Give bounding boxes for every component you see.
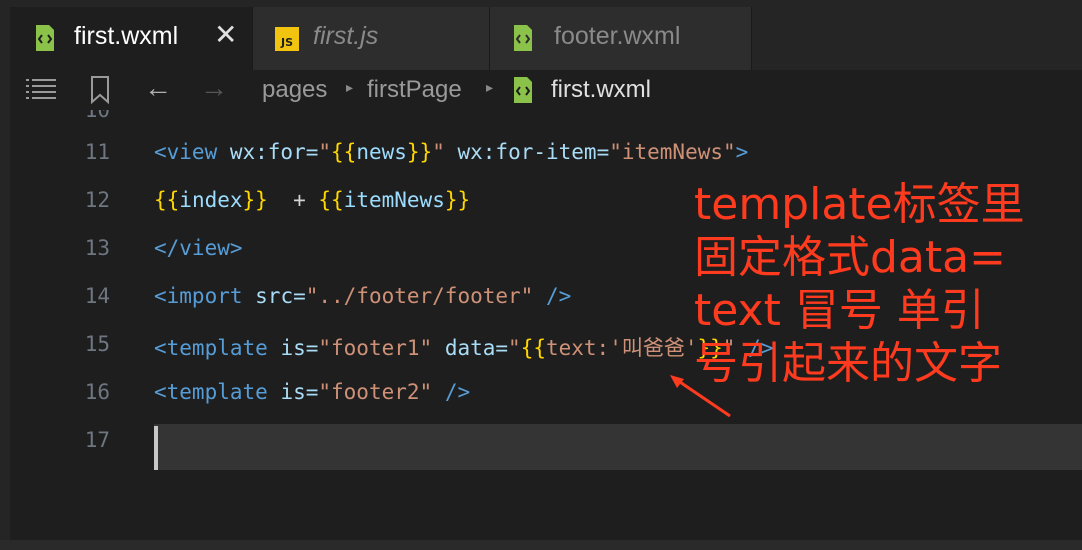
code-token: "footer2" xyxy=(318,380,433,404)
code-token: /> xyxy=(533,284,572,308)
code-token: " xyxy=(508,336,521,360)
code-token: > xyxy=(735,140,749,164)
tab-label: first.js xyxy=(313,22,379,50)
annotation-text: template标签里 固定格式data= text 冒号 单引 号引起来的文字 xyxy=(694,178,1074,390)
code-token: {{ xyxy=(318,188,344,212)
chevron-right-icon: ▸ xyxy=(346,79,354,95)
wxml-file-icon xyxy=(512,23,534,60)
annotation-line: 号引起来的文字 xyxy=(694,338,1002,389)
code-token: is= xyxy=(280,380,319,404)
wxml-file-icon xyxy=(34,23,56,60)
tab-bar: first.wxml ✕ JS first.js footer.wxml xyxy=(0,0,1082,70)
code-token: /> xyxy=(432,380,471,404)
code-token: }} xyxy=(406,140,433,164)
code-token: </view> xyxy=(154,236,243,260)
bookmark-icon[interactable] xyxy=(90,76,110,111)
code-token: }} xyxy=(444,188,471,212)
code-line: </view> xyxy=(154,236,243,260)
code-line: {{index}} + {{itemNews}} xyxy=(154,188,470,212)
code-token: <view xyxy=(154,140,230,164)
current-line-highlight xyxy=(154,424,1082,470)
code-token: <template xyxy=(154,336,281,360)
code-token: index xyxy=(179,188,243,212)
code-token: " xyxy=(318,140,332,164)
code-line: <template is="footer2" /> xyxy=(154,380,470,404)
annotation-line: text 冒号 单引 xyxy=(694,285,985,336)
line-number: 13 xyxy=(84,236,110,260)
code-line: <template is="footer1" data="{{text:'叫爸爸… xyxy=(154,332,773,362)
list-icon[interactable] xyxy=(26,78,56,107)
line-number: 11 xyxy=(84,140,110,164)
code-token: is= xyxy=(280,336,319,360)
code-token: + xyxy=(267,188,319,212)
line-number: 10 xyxy=(84,110,110,122)
breadcrumb-item-firstpage[interactable]: firstPage xyxy=(367,76,462,104)
chevron-right-icon: ▸ xyxy=(486,79,494,95)
breadcrumb-item-pages[interactable]: pages xyxy=(262,76,327,104)
code-token: data= xyxy=(444,336,509,360)
code-token: {{ xyxy=(331,140,357,164)
code-token: <import xyxy=(154,284,256,308)
code-token: "../footer/footer" xyxy=(305,284,534,308)
code-token: wx:for= xyxy=(229,140,319,164)
left-edge xyxy=(0,0,10,550)
line-number: 15 xyxy=(84,332,110,356)
code-line: <import src="../footer/footer" /> xyxy=(154,284,571,308)
close-icon[interactable]: ✕ xyxy=(214,21,237,49)
code-token: news xyxy=(356,140,407,164)
tab-first-wxml[interactable]: first.wxml ✕ xyxy=(10,7,253,70)
annotation-line: template标签里 xyxy=(694,179,1025,230)
code-line: <view wx:for="{{news}}" wx:for-item="ite… xyxy=(154,140,748,164)
tab-label: footer.wxml xyxy=(554,22,681,50)
code-token: wx:for-item= xyxy=(457,140,610,164)
line-number: 17 xyxy=(84,428,110,452)
line-number: 16 xyxy=(84,380,110,404)
code-token: itemNews xyxy=(343,188,445,212)
breadcrumb: ← → pages ▸ firstPage ▸ first.wxml xyxy=(10,70,1082,110)
forward-arrow-icon[interactable]: → xyxy=(200,72,228,104)
code-token: "itemNews" xyxy=(609,140,736,164)
annotation-arrow xyxy=(670,375,731,418)
code-token: {{ xyxy=(520,336,546,360)
code-token: " xyxy=(432,140,458,164)
code-token: src= xyxy=(255,284,306,308)
tab-label: first.wxml xyxy=(74,22,179,50)
js-badge-text: JS xyxy=(280,36,293,49)
tab-footer-wxml[interactable]: footer.wxml xyxy=(490,7,752,70)
text-cursor xyxy=(154,426,158,470)
code-token: "footer1" xyxy=(318,336,445,360)
tab-first-js[interactable]: JS first.js xyxy=(253,7,490,70)
wxml-file-icon xyxy=(512,75,534,112)
back-arrow-icon[interactable]: ← xyxy=(144,72,172,104)
code-token: text:'叫爸爸' xyxy=(545,336,698,360)
code-token: }} xyxy=(242,188,268,212)
js-file-icon: JS xyxy=(275,27,299,58)
annotation-line: 固定格式data= xyxy=(694,232,1006,283)
line-number: 12 xyxy=(84,188,110,212)
status-bar-edge xyxy=(0,540,1082,550)
code-token: {{ xyxy=(154,188,180,212)
line-number: 14 xyxy=(84,284,110,308)
code-token: <template xyxy=(154,380,281,404)
breadcrumb-item-file[interactable]: first.wxml xyxy=(551,76,651,104)
